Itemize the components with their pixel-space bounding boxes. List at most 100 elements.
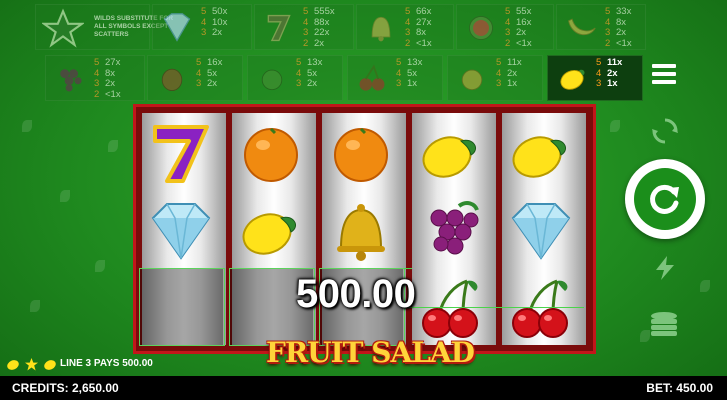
symbol-count: 5 [596,57,602,68]
symbol-count: 5 [94,57,100,68]
lemon-symbol [499,114,583,191]
symbol-count: 5 [201,6,207,17]
paytable-grape: 5 27x 4 8x 3 2x 2 <1x [45,55,145,101]
spin-button[interactable] [625,159,705,239]
payout-row: 3 2x [296,78,322,90]
seven-payouts: 5 555x 4 88x 3 22x 2 2x [303,6,335,49]
payout-multiplier: <1x [105,88,121,100]
diamond-symbol [499,191,583,268]
orange-icon [461,69,483,91]
paytable-watermelon: 5 55x 4 16x 3 2x 2 <1x [456,4,554,50]
paytable: WILDS SUBSTITUTE FOR ALL SYMBOLS EXCEPT … [0,0,727,104]
payout-multiplier: 2x [616,27,627,38]
win-amount: 500.00 [296,272,416,316]
lemon-icon [242,212,296,255]
payout-row: 3 1x [496,78,522,90]
payout-multiplier: 13x [407,57,423,68]
turbo-icon[interactable] [652,254,678,282]
star-wild-icon [42,8,84,48]
payout-row: 5 11x [596,57,622,69]
symbol-count: 2 [505,37,511,49]
payout-multiplier: 13x [307,57,323,68]
payout-multiplier: 2x [516,27,527,38]
grape-symbol [409,191,493,268]
seven-icon [153,124,209,183]
autoplay-icon[interactable] [650,116,680,146]
symbol-count: 2 [605,37,611,49]
lemon-icon [7,360,19,370]
payout-multiplier: 11x [507,57,522,68]
payout-row: 3 2x [94,78,121,90]
payout-multiplier: 2x [314,37,325,49]
payout-row: 3 1x [396,78,422,90]
status-line: LINE 3 PAYS 500.00 [0,355,727,375]
symbol-count: 5 [196,57,202,68]
menu-button[interactable] [652,64,676,86]
payout-multiplier: 33x [616,6,632,17]
payout-row: 5 27x [94,57,121,69]
symbol-count: 2 [303,37,309,49]
symbol-count: 3 [605,27,611,38]
star-icon [25,358,38,371]
paytable-orange: 5 11x 4 2x 3 1x [447,55,543,101]
lemon-symbol [229,191,313,268]
payout-multiplier: 2x [105,78,116,89]
coins-icon[interactable] [648,310,680,338]
payout-multiplier: <1x [416,37,432,49]
payout-row: 5 55x [505,6,532,18]
symbol-count: 2 [94,88,100,100]
payout-multiplier: 2x [307,78,318,89]
plum-payouts: 5 16x 4 5x 3 2x [196,57,223,90]
bell-icon [371,16,391,42]
watermelon-payouts: 5 55x 4 16x 3 2x 2 <1x [505,6,532,49]
payout-row: 5 50x [201,6,227,18]
payout-row: 3 2x [201,27,227,39]
symbol-count: 5 [605,6,611,17]
symbol-count: 3 [496,78,502,89]
seven-icon [267,14,291,42]
apple-icon [261,69,283,91]
paytable-wild: WILDS SUBSTITUTE FOR ALL SYMBOLS EXCEPT … [35,4,173,50]
payout-multiplier: 22x [314,27,330,38]
payout-multiplier: 1x [607,78,618,89]
payline [404,307,584,308]
payout-row: 3 8x [405,27,432,39]
orange-icon [334,127,388,182]
diamond-symbol [139,191,223,268]
symbol-count: 5 [396,57,402,68]
bet-display: BET: 450.00 [646,381,713,395]
payout-row: 2 <1x [405,37,432,50]
symbol-count: 5 [505,6,511,17]
cherry-payouts: 5 13x 4 5x 3 1x [396,57,423,90]
bottom-bar: CREDITS: 2,650.00 BET: 450.00 [0,376,727,400]
symbol-count: 3 [94,78,100,89]
payout-row: 3 1x [596,78,622,90]
symbol-count: 3 [196,78,202,89]
win-highlight-box [139,268,225,346]
paytable-bell: 5 66x 4 27x 3 8x 2 <1x [356,4,454,50]
bell-icon [337,203,385,261]
line-win-text: LINE 3 PAYS 500.00 [60,358,153,369]
banana-payouts: 5 33x 4 8x 3 2x 2 <1x [605,6,632,49]
payout-multiplier: 1x [407,78,418,89]
payout-row: 5 33x [605,6,632,18]
payout-multiplier: 2x [207,78,218,89]
lemon-icon [512,135,566,178]
symbol-count: 5 [405,6,411,17]
symbol-count: 3 [405,27,411,38]
payout-multiplier: 27x [105,57,121,68]
seven-symbol [139,114,223,191]
diamond-icon [511,202,571,260]
lemon-icon [422,135,476,178]
payout-multiplier: 16x [207,57,223,68]
payout-multiplier: 2x [212,27,223,38]
credits-display: CREDITS: 2,650.00 [12,381,119,395]
orange-payouts: 5 11x 4 2x 3 1x [496,57,522,90]
lemon-symbol [409,114,493,191]
paytable-plum: 5 16x 4 5x 3 2x [147,55,243,101]
paytable-seven: 5 555x 4 88x 3 22x 2 2x [254,4,354,50]
payline [404,268,412,269]
payout-row: 3 2x [505,27,532,39]
payout-multiplier: 8x [416,27,427,38]
grape-icon [60,69,82,92]
